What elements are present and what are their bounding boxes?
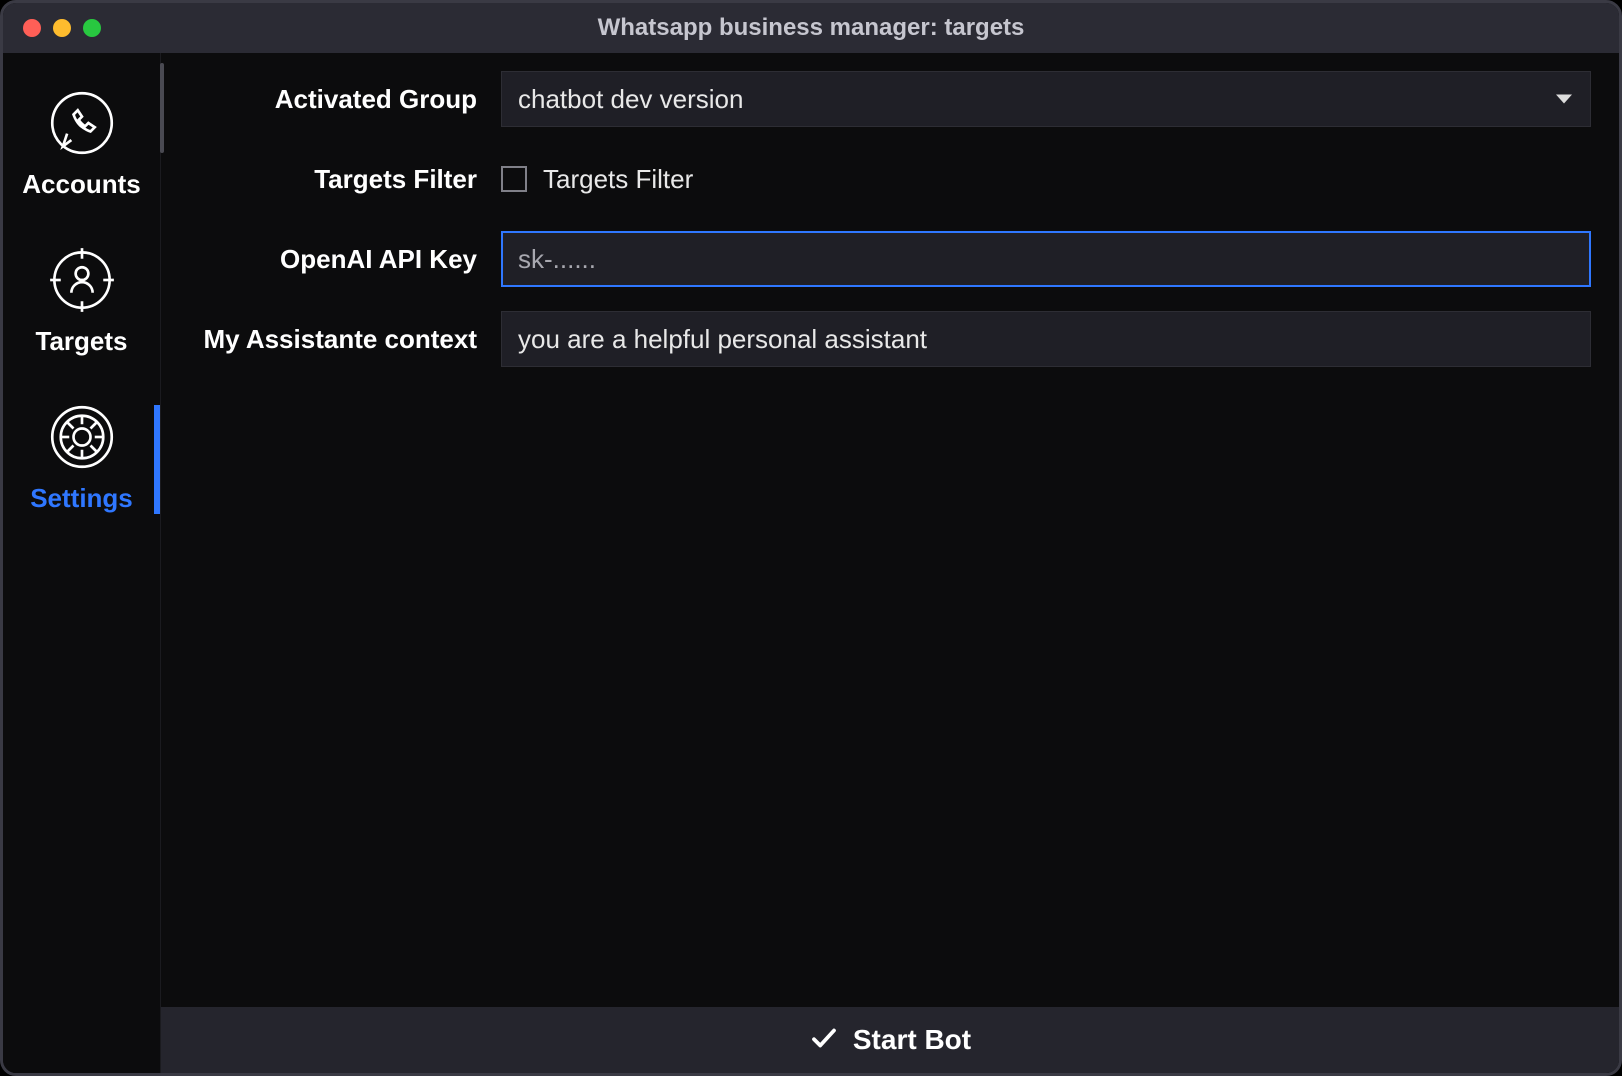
start-bot-label: Start Bot: [853, 1024, 971, 1056]
phone-chat-icon: [46, 87, 118, 159]
sidebar: Accounts Targets: [3, 53, 161, 1073]
close-window-button[interactable]: [23, 19, 41, 37]
sidebar-item-label: Accounts: [22, 169, 140, 200]
label-openai-key: OpenAI API Key: [161, 244, 501, 275]
activated-group-value: chatbot dev version: [518, 84, 743, 115]
sidebar-item-targets[interactable]: Targets: [3, 224, 160, 381]
chevron-down-icon: [1556, 95, 1572, 104]
app-window: Whatsapp business manager: targets Accou…: [0, 0, 1622, 1076]
row-targets-filter: Targets Filter Targets Filter: [161, 151, 1591, 207]
sidebar-item-label: Targets: [36, 326, 128, 357]
assistant-context-input[interactable]: [501, 311, 1591, 367]
targets-filter-checkbox[interactable]: [501, 166, 527, 192]
label-activated-group: Activated Group: [161, 84, 501, 115]
check-icon: [809, 1023, 839, 1058]
targets-filter-checkbox-label: Targets Filter: [543, 164, 693, 195]
window-controls: [3, 19, 101, 37]
openai-api-key-input[interactable]: [501, 231, 1591, 287]
sidebar-scroll-thumb[interactable]: [160, 63, 164, 153]
sidebar-item-accounts[interactable]: Accounts: [3, 67, 160, 224]
row-openai-key: OpenAI API Key: [161, 231, 1591, 287]
gear-icon: [46, 401, 118, 473]
zoom-window-button[interactable]: [83, 19, 101, 37]
label-assistant-context: My Assistante context: [161, 324, 501, 355]
main-panel: Activated Group chatbot dev version Targ…: [161, 53, 1619, 1073]
sidebar-item-label: Settings: [30, 483, 133, 514]
start-bot-button[interactable]: Start Bot: [161, 1007, 1619, 1073]
titlebar: Whatsapp business manager: targets: [3, 3, 1619, 53]
settings-form: Activated Group chatbot dev version Targ…: [161, 53, 1619, 1007]
activated-group-select[interactable]: chatbot dev version: [501, 71, 1591, 127]
row-assistant-context: My Assistante context: [161, 311, 1591, 367]
row-activated-group: Activated Group chatbot dev version: [161, 71, 1591, 127]
window-body: Accounts Targets: [3, 53, 1619, 1073]
target-person-icon: [46, 244, 118, 316]
label-targets-filter: Targets Filter: [161, 164, 501, 195]
minimize-window-button[interactable]: [53, 19, 71, 37]
window-title: Whatsapp business manager: targets: [3, 14, 1619, 42]
sidebar-item-settings[interactable]: Settings: [3, 381, 160, 538]
